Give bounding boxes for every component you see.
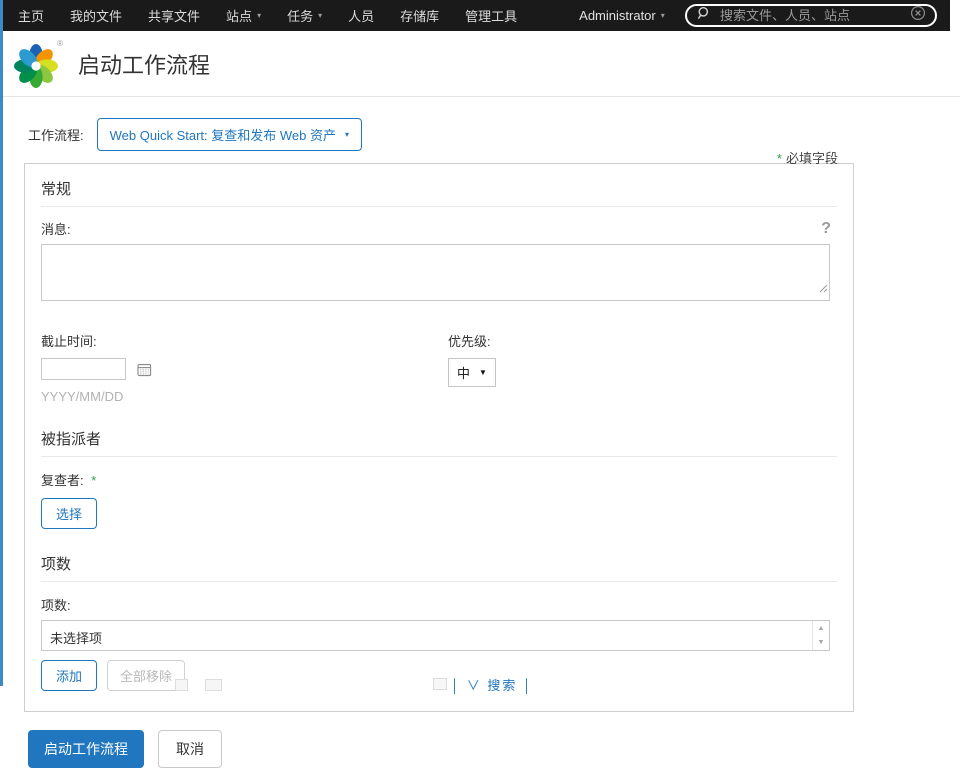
remove-all-button[interactable]: 全部移除 bbox=[107, 660, 186, 691]
section-title-assignees: 被指派者 bbox=[41, 428, 837, 457]
workflow-selector-row: 工作流程: Web Quick Start: 复查和发布 Web 资产 ▾ bbox=[28, 118, 960, 151]
message-label: 消息: bbox=[41, 222, 71, 237]
nav-item-label: 任务 bbox=[287, 9, 314, 24]
search-icon[interactable] bbox=[696, 6, 711, 26]
chevron-down-icon: ▾ bbox=[257, 10, 262, 20]
select-reviewer-button[interactable]: 选择 bbox=[41, 498, 98, 529]
global-search-box bbox=[685, 4, 937, 27]
form-actions-row: 启动工作流程 取消 bbox=[28, 730, 960, 768]
no-items-selected-text: 未选择项 bbox=[50, 631, 103, 646]
nav-item-label: 人员 bbox=[348, 9, 375, 24]
nav-item-home[interactable]: 主页 bbox=[15, 6, 57, 25]
required-note-text: 必填字段 bbox=[785, 151, 838, 166]
nav-item-label: 我的文件 bbox=[70, 9, 123, 24]
nav-item-sites[interactable]: 站点 ▾ bbox=[213, 6, 274, 25]
due-priority-row: 截止时间: YYYY/MM/DD 优先级: 中 ▼ bbox=[41, 331, 837, 404]
page-left-accent-edge bbox=[0, 0, 3, 686]
user-menu-label: Administrator bbox=[579, 8, 656, 23]
scroll-up-icon[interactable]: ▲ bbox=[818, 625, 825, 632]
workflow-type-dropdown[interactable]: Web Quick Start: 复查和发布 Web 资产 ▾ bbox=[96, 118, 362, 151]
clipped-text-fragment: │ ∨ 搜索 │ bbox=[451, 678, 534, 693]
alfresco-logo: ® bbox=[13, 38, 63, 88]
chevron-down-icon: ▾ bbox=[318, 10, 323, 20]
due-date-input[interactable] bbox=[41, 358, 126, 380]
nav-item-my-files[interactable]: 我的文件 bbox=[57, 6, 135, 25]
workflow-type-selected: Web Quick Start: 复查和发布 Web 资产 bbox=[109, 128, 336, 143]
due-date-group: 截止时间: YYYY/MM/DD bbox=[41, 331, 448, 404]
priority-label: 优先级: bbox=[448, 334, 491, 349]
chevron-down-icon: ▾ bbox=[344, 129, 349, 139]
cancel-button[interactable]: 取消 bbox=[158, 730, 222, 768]
page-title: 启动工作流程 bbox=[78, 52, 211, 78]
nav-item-label: 存储库 bbox=[400, 9, 440, 24]
calendar-icon[interactable] bbox=[137, 362, 152, 377]
selected-items-listbox[interactable]: 未选择项 ▲ ▼ bbox=[41, 620, 830, 651]
registered-trademark-icon: ® bbox=[57, 38, 63, 48]
nav-item-label: 主页 bbox=[18, 9, 45, 24]
nav-item-people[interactable]: 人员 bbox=[335, 6, 387, 25]
workflow-form-panel: 常规 消息: ? 截止时间: YYYY/MM/DD 优先级: 中 ▼ 被指派者 … bbox=[24, 163, 854, 712]
message-textarea[interactable] bbox=[41, 244, 830, 301]
workflow-label: 工作流程: bbox=[28, 128, 84, 143]
resize-handle-icon[interactable] bbox=[818, 280, 828, 298]
nav-item-tasks[interactable]: 任务 ▾ bbox=[274, 6, 335, 25]
date-format-hint: YYYY/MM/DD bbox=[41, 389, 124, 404]
priority-select[interactable]: 中 ▼ bbox=[448, 358, 496, 387]
help-icon[interactable]: ? bbox=[821, 220, 837, 238]
priority-group: 优先级: 中 ▼ bbox=[448, 331, 496, 404]
required-star: * bbox=[91, 473, 97, 488]
chevron-down-icon: ▾ bbox=[660, 10, 665, 20]
assignees-section: 被指派者 复查者: * 选择 bbox=[41, 428, 837, 529]
add-items-button[interactable]: 添加 bbox=[41, 660, 98, 691]
reviewer-label-row: 复查者: * bbox=[41, 470, 837, 489]
clear-search-icon[interactable] bbox=[910, 5, 926, 26]
alfresco-flower-icon bbox=[14, 43, 58, 88]
section-title-items: 项数 bbox=[41, 553, 837, 582]
nav-item-admin-tools[interactable]: 管理工具 bbox=[452, 6, 530, 25]
reviewer-label: 复查者: bbox=[41, 473, 84, 488]
items-label: 项数: bbox=[41, 598, 71, 613]
clipped-element-fragment bbox=[433, 678, 447, 690]
section-title-general: 常规 bbox=[41, 178, 837, 207]
nav-item-label: 管理工具 bbox=[465, 9, 518, 24]
nav-item-shared-files[interactable]: 共享文件 bbox=[135, 6, 213, 25]
search-input[interactable] bbox=[718, 7, 903, 24]
scroll-down-icon[interactable]: ▼ bbox=[818, 639, 825, 646]
listbox-scrollbar[interactable]: ▲ ▼ bbox=[812, 621, 829, 650]
nav-item-label: 共享文件 bbox=[148, 9, 201, 24]
clipped-element-fragment bbox=[205, 679, 222, 691]
top-navbar: 主页 我的文件 共享文件 站点 ▾ 任务 ▾ 人员 存储库 管理工具 Admin… bbox=[0, 0, 950, 31]
message-textarea-wrap bbox=[41, 244, 830, 301]
chevron-down-icon: ▼ bbox=[479, 367, 487, 377]
start-workflow-button[interactable]: 启动工作流程 bbox=[28, 730, 144, 768]
nav-item-label: 站点 bbox=[226, 9, 253, 24]
clipped-element-fragment bbox=[175, 679, 188, 691]
due-date-label: 截止时间: bbox=[41, 334, 97, 349]
message-field-row: 消息: ? bbox=[41, 219, 837, 238]
due-date-input-row bbox=[41, 358, 448, 380]
nav-item-repository[interactable]: 存储库 bbox=[387, 6, 452, 25]
priority-selected-value: 中 bbox=[457, 366, 471, 381]
required-fields-note: * 必填字段 bbox=[777, 148, 838, 167]
items-section: 项数 项数: 未选择项 ▲ ▼ 添加 全部移除 bbox=[41, 553, 837, 691]
required-star: * bbox=[776, 151, 782, 166]
page-header: ® 启动工作流程 bbox=[0, 31, 960, 97]
user-menu[interactable]: Administrator ▾ bbox=[566, 8, 678, 23]
